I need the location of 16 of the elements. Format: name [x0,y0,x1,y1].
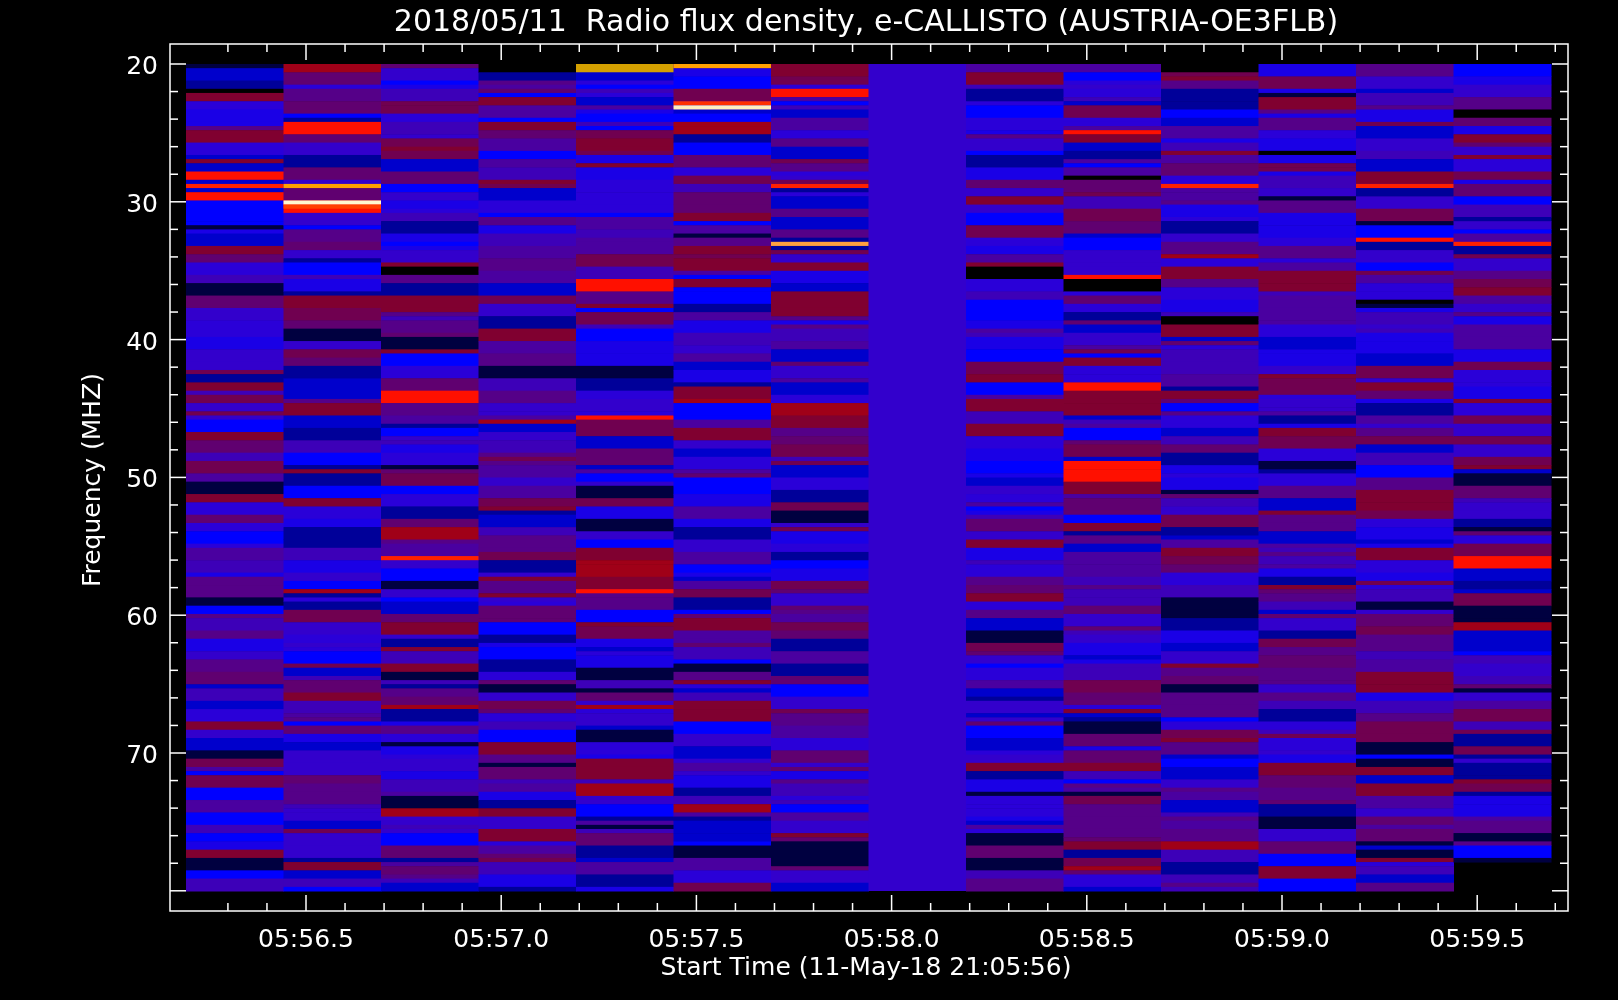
y-tick-label: 60 [126,602,158,632]
y-tick-label: 50 [126,464,158,494]
y-tick-label: 20 [126,51,158,80]
y-tick-label: 40 [126,326,158,356]
x-tick-label: 05:59.0 [1234,924,1330,953]
x-tick-label: 05:58.5 [1038,924,1135,953]
chart-title: 2018/05/11 Radio flux density, e-CALLISTO (AUSTRIA-OE3FLB) [393,3,1339,38]
x-tick-label: 05:57.5 [648,924,745,953]
y-axis-label: Frequency (MHZ) [77,372,106,588]
x-tick-label: 05:58.0 [843,924,940,953]
x-tick-label: 05:59.5 [1429,924,1526,953]
y-tick-label: 30 [126,188,158,218]
x-tick-label: 05:57.0 [453,924,550,953]
y-tick-label: 70 [126,740,158,769]
x-tick-label: 05:56.5 [258,924,354,953]
x-axis-label: Start Time (11-May-18 21:05:56) [660,952,1072,981]
